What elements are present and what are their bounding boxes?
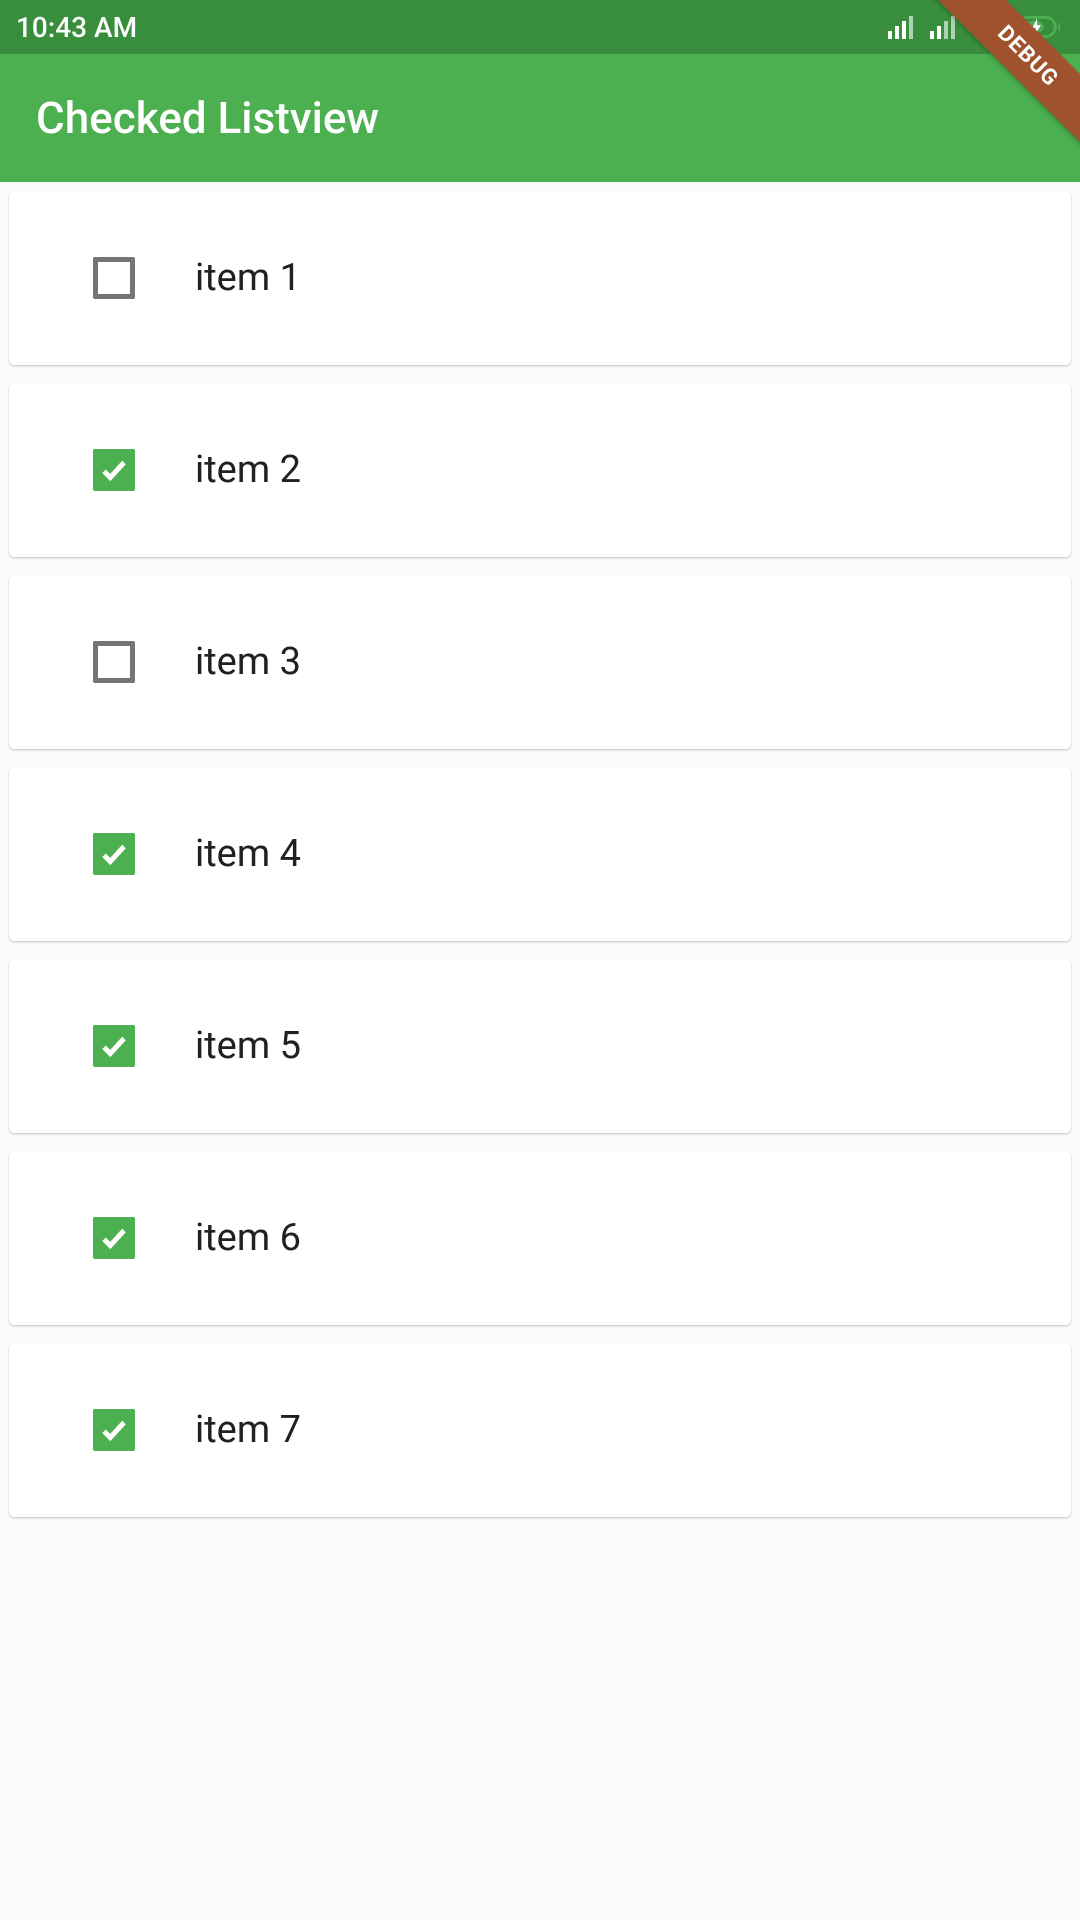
checkmark-icon <box>99 1031 129 1061</box>
list-item[interactable]: item 6 <box>9 1151 1071 1325</box>
status-time: 10:43 AM <box>16 11 137 44</box>
list-item[interactable]: item 4 <box>9 767 1071 941</box>
checkbox[interactable] <box>93 1217 135 1259</box>
checkbox-checked-icon <box>93 833 135 875</box>
status-bar: 10:43 AM <box>0 0 1080 54</box>
checkbox[interactable] <box>93 641 135 683</box>
signal-icon-1 <box>888 15 920 39</box>
list-item-label: item 1 <box>195 256 301 300</box>
list-item[interactable]: item 7 <box>9 1343 1071 1517</box>
checkbox[interactable] <box>93 449 135 491</box>
checkbox-checked-icon <box>93 449 135 491</box>
checkbox[interactable] <box>93 833 135 875</box>
list-item-label: item 6 <box>195 1216 301 1260</box>
list-container: item 1 item 2 item 3 item 4 <box>0 182 1080 1544</box>
checkbox-checked-icon <box>93 1409 135 1451</box>
app-bar: Checked Listview <box>0 54 1080 182</box>
list-item[interactable]: item 1 <box>9 191 1071 365</box>
list-item-label: item 2 <box>195 448 301 492</box>
checkmark-icon <box>99 839 129 869</box>
checkmark-icon <box>99 455 129 485</box>
checkbox[interactable] <box>93 1409 135 1451</box>
app-bar-title: Checked Listview <box>36 92 379 144</box>
list-item-label: item 3 <box>195 640 301 684</box>
checkbox-checked-icon <box>93 1025 135 1067</box>
list-item-label: item 4 <box>195 832 301 876</box>
list-item-label: item 5 <box>195 1024 301 1068</box>
checkbox[interactable] <box>93 1025 135 1067</box>
checkbox-unchecked-icon <box>93 641 135 683</box>
list-item[interactable]: item 3 <box>9 575 1071 749</box>
checkbox-checked-icon <box>93 1217 135 1259</box>
checkbox[interactable] <box>93 257 135 299</box>
list-item[interactable]: item 5 <box>9 959 1071 1133</box>
checkmark-icon <box>99 1415 129 1445</box>
list-item-label: item 7 <box>195 1408 301 1452</box>
list-item[interactable]: item 2 <box>9 383 1071 557</box>
checkbox-unchecked-icon <box>93 257 135 299</box>
checkmark-icon <box>99 1223 129 1253</box>
